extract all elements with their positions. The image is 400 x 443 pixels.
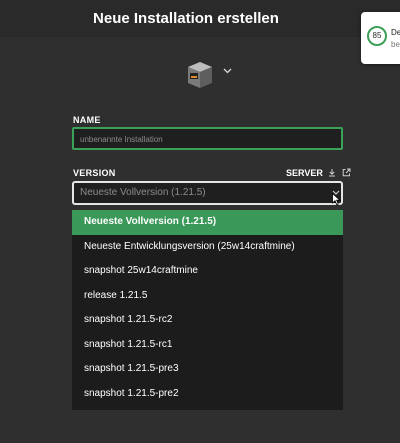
server-label: SERVER xyxy=(286,168,323,178)
dropdown-option[interactable]: snapshot 25w14craftmine xyxy=(72,259,343,284)
name-field[interactable]: unbenannte Installation xyxy=(72,127,343,150)
notification-toast[interactable]: 85 De be xyxy=(361,12,400,64)
score-badge: 85 xyxy=(367,26,387,46)
version-label: VERSION xyxy=(73,168,116,178)
dropdown-option[interactable]: Neueste Vollversion (1.21.5) xyxy=(72,210,343,235)
dropdown-option[interactable]: snapshot 1.21.5-rc2 xyxy=(72,308,343,333)
mouse-cursor-icon xyxy=(332,193,341,206)
dropdown-option[interactable]: snapshot 1.21.5-rc1 xyxy=(72,333,343,358)
toast-text-line1: De xyxy=(391,28,400,37)
toast-text-line2: be xyxy=(391,40,400,49)
version-dropdown[interactable]: Neueste Vollversion (1.21.5) Neueste Ent… xyxy=(72,210,343,410)
dialog-title: Neue Installation erstellen xyxy=(93,10,279,27)
dropdown-option[interactable]: release 1.21.5 xyxy=(72,284,343,309)
name-label: NAME xyxy=(73,115,101,125)
server-link[interactable]: SERVER xyxy=(286,168,351,178)
version-selected-value: Neueste Vollversion (1.21.5) xyxy=(80,187,206,198)
dropdown-option[interactable]: Neueste Entwicklungsversion (25w14craftm… xyxy=(72,235,343,260)
dropdown-option[interactable]: snapshot 1.21.5-pre2 xyxy=(72,382,343,407)
title-bar: Neue Installation erstellen xyxy=(0,0,400,37)
external-link-icon[interactable] xyxy=(342,168,351,177)
chevron-down-icon[interactable] xyxy=(223,68,232,74)
dropdown-option[interactable]: snapshot 1.21.5-pre3 xyxy=(72,357,343,382)
download-icon xyxy=(329,169,336,177)
furnace-block-icon[interactable] xyxy=(186,60,214,90)
version-select[interactable]: Neueste Vollversion (1.21.5) xyxy=(72,181,343,205)
